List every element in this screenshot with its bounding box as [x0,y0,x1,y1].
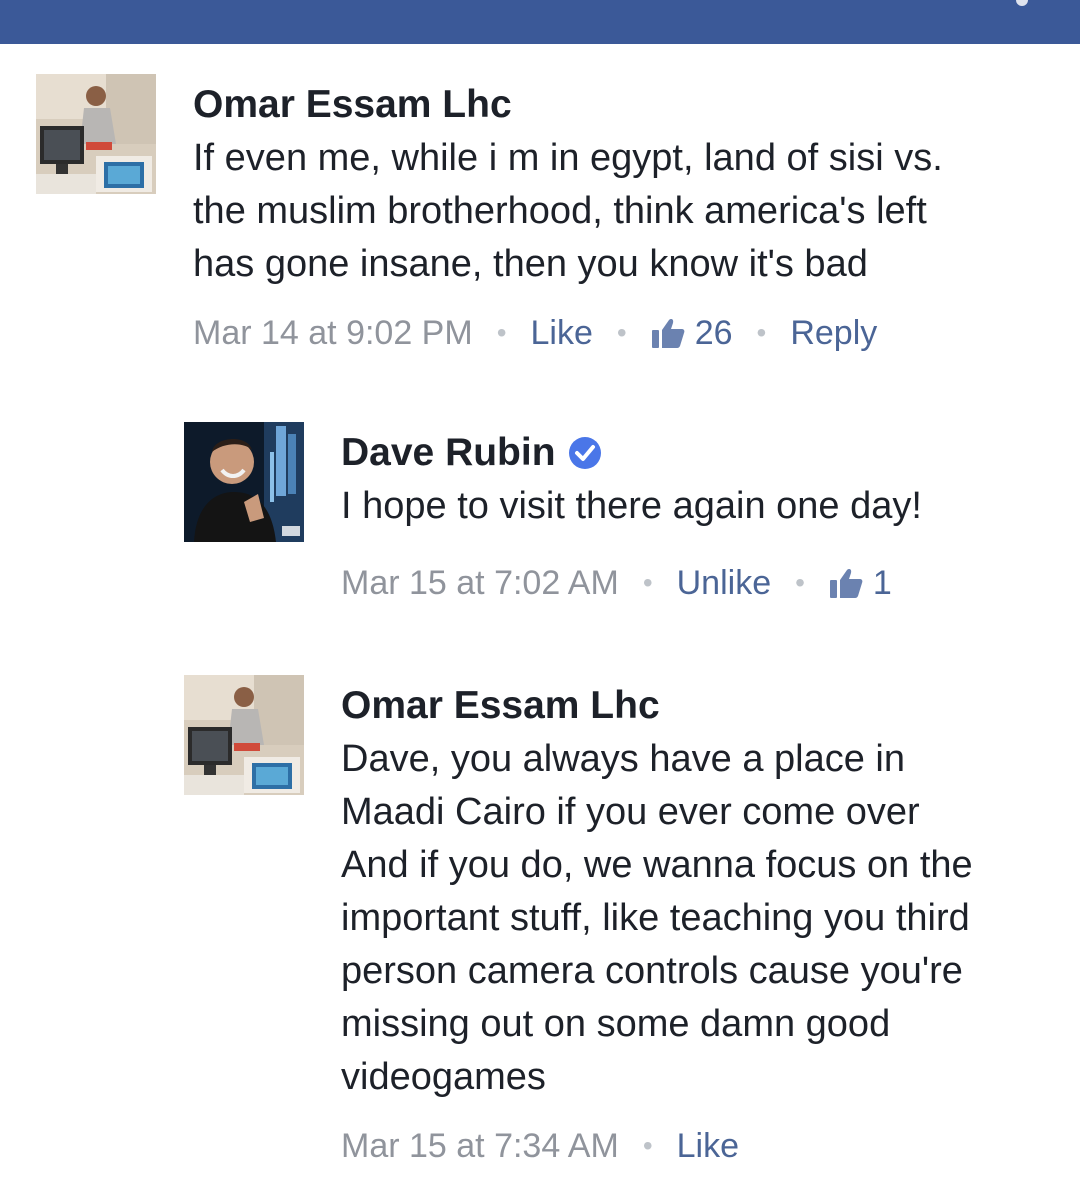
comment-text-line: videogames [341,1056,546,1098]
separator-dot: • [756,317,767,348]
author-name[interactable]: Omar Essam Lhc [193,82,512,128]
comment-text-line: person camera controls cause you're [341,950,963,992]
comment-author[interactable]: Omar Essam Lhc [341,683,1061,729]
like-count[interactable]: 26 [651,313,733,353]
avatar[interactable] [184,675,304,795]
comment-timestamp[interactable]: Mar 15 at 7:02 AM [341,563,619,603]
verified-badge-icon [568,437,601,469]
avatar[interactable] [184,422,304,542]
like-button[interactable]: Like [531,313,593,353]
menu-icon[interactable] [1016,0,1028,6]
comment-body: Dave Rubin I hope to visit there again o… [341,430,1061,603]
comment-text-line: If even me, while i m in egypt, land of … [193,137,943,179]
comment-text-line: has gone insane, then you know it's bad [193,243,868,285]
comment: Omar Essam Lhc If even me, while i m in … [0,74,1080,364]
reply-button[interactable]: Reply [790,313,877,353]
like-count-value: 26 [694,314,733,352]
like-count[interactable]: 1 [829,563,892,603]
comment-text-line: And if you do, we wanna focus on the [341,844,973,886]
comment-text-line: I hope to visit there again one day! [341,485,922,527]
separator-dot: • [496,317,507,348]
author-name[interactable]: Dave Rubin [341,430,556,476]
top-nav-bar [0,0,1080,44]
thumbs-up-icon [651,319,685,348]
thumbs-up-icon [829,569,863,598]
comment-body: Omar Essam Lhc If even me, while i m in … [193,82,1063,353]
avatar-image [184,422,304,542]
comment-text: I hope to visit there again one day! [341,480,1061,533]
avatar-image [184,675,304,795]
avatar[interactable] [36,74,156,194]
unlike-button[interactable]: Unlike [677,563,771,603]
comment-text: Dave, you always have a place in Maadi C… [341,733,1061,1104]
comment-timestamp[interactable]: Mar 14 at 9:02 PM [193,313,473,353]
comment-meta: Mar 14 at 9:02 PM • Like • 26 • Reply [193,313,1063,353]
separator-dot: • [642,1130,653,1161]
comment-text-line: missing out on some damn good [341,1003,891,1045]
reply-comment: Omar Essam Lhc Dave, you always have a p… [0,675,1080,1175]
separator-dot: • [795,567,805,598]
comment-text: If even me, while i m in egypt, land of … [193,132,1063,291]
comment-text-line: important stuff, like teaching you third [341,897,970,939]
author-name[interactable]: Omar Essam Lhc [341,683,660,729]
comment-meta: Mar 15 at 7:34 AM • Like [341,1126,1061,1166]
comment-text-line: Dave, you always have a place in [341,738,905,780]
comment-author[interactable]: Dave Rubin [341,430,1061,476]
separator-dot: • [642,567,653,598]
separator-dot: • [616,317,627,348]
like-count-value: 1 [872,564,892,602]
comment-body: Omar Essam Lhc Dave, you always have a p… [341,683,1061,1166]
like-button[interactable]: Like [677,1126,739,1166]
reply-comment: Dave Rubin I hope to visit there again o… [0,422,1080,612]
comment-meta: Mar 15 at 7:02 AM • Unlike • 1 [341,563,1061,603]
comment-text-line: Maadi Cairo if you ever come over [341,791,920,833]
avatar-image [36,74,156,194]
comment-text-line: the muslim brotherhood, think america's … [193,190,927,232]
comment-author[interactable]: Omar Essam Lhc [193,82,1063,128]
comment-timestamp[interactable]: Mar 15 at 7:34 AM [341,1126,619,1166]
